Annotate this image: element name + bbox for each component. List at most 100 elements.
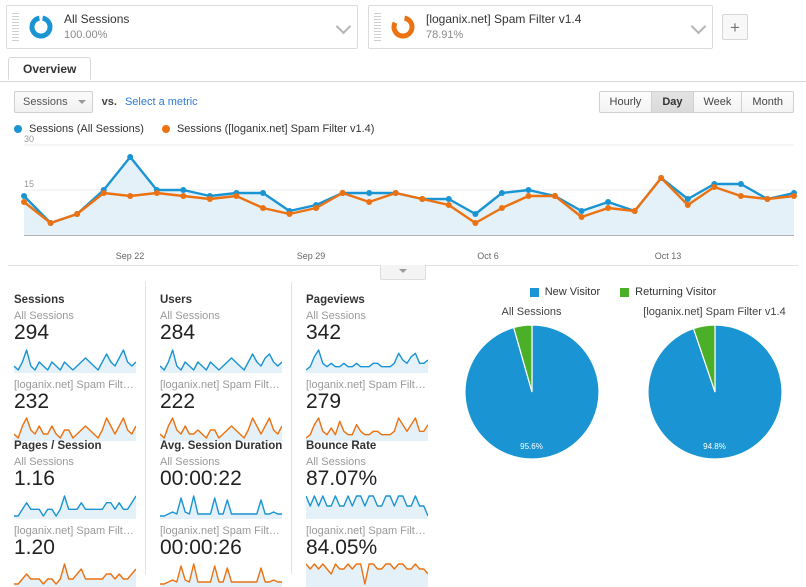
metric-card-avg-session-duration: Avg. Session Duration All Sessions 00:00…: [146, 428, 292, 587]
metric-card-title: Bounce Rate: [306, 440, 377, 452]
granularity-button-group: Hourly Day Week Month: [598, 91, 794, 113]
x-axis-tick-sep22: Sep 22: [115, 251, 145, 261]
chart-collapse-handle[interactable]: [380, 265, 426, 280]
segment-percent: 78.91%: [426, 28, 464, 41]
y-axis-tick-mid: 15: [24, 179, 35, 189]
segment-info: All Sessions 100.00%: [64, 13, 335, 41]
chevron-down-icon[interactable]: [335, 5, 357, 49]
segment-card-spam-filter[interactable]: [loganix.net] Spam Filter v1.4 78.91%: [368, 5, 713, 49]
select-a-metric-link[interactable]: Select a metric: [125, 96, 198, 108]
metric-card-seg-label: [loganix.net] Spam Filter ...: [306, 378, 428, 391]
segment-name: [loganix.net] Spam Filter v1.4: [426, 12, 582, 26]
sparkline-all: [14, 347, 136, 373]
metric-card-seg-value: 222: [160, 389, 196, 413]
x-axis-tick-oct6: Oct 6: [477, 251, 499, 261]
legend-dot-icon: [14, 125, 22, 133]
metric-card-title: Avg. Session Duration: [160, 440, 283, 452]
legend-label: Sessions (All Sessions): [29, 123, 144, 135]
metric-card-seg-label: [loganix.net] Spam Filter ...: [160, 378, 281, 391]
metric-card-seg-value: 279: [306, 389, 342, 413]
legend-swatch-icon: [529, 287, 539, 297]
add-segment-button[interactable]: +: [722, 14, 748, 40]
metric-card-users: Users All Sessions 284 [loganix.net] Spa…: [146, 282, 292, 442]
x-axis-labels: Sep 22 Sep 29 Oct 6 Oct 13: [8, 251, 798, 265]
pie-percent-label: 94.8%: [703, 442, 726, 451]
legend-item-spam-filter[interactable]: Sessions ([loganix.net] Spam Filter v1.4…: [161, 123, 375, 135]
pie-svg: [646, 324, 783, 460]
segment-name: All Sessions: [64, 12, 130, 26]
metric-card-title: Pages / Session: [14, 440, 102, 452]
legend-item-new-visitor[interactable]: New Visitor: [529, 286, 600, 298]
granularity-hourly-button[interactable]: Hourly: [598, 91, 653, 113]
pie-cell-spam-filter: [loganix.net] Spam Filter v1.4 94.8%: [629, 306, 801, 465]
legend-dot-icon: [161, 125, 170, 133]
metric-control-row: Sessions vs. Select a metric Hourly Day …: [0, 82, 806, 113]
sparkline-seg: [306, 561, 428, 587]
metric-card-pageviews: Pageviews All Sessions 342 [loganix.net]…: [292, 282, 438, 442]
tab-overview[interactable]: Overview: [8, 57, 92, 80]
pie-chart-spam-filter[interactable]: 94.8%: [645, 322, 785, 465]
sparkline-all: [160, 347, 282, 373]
sessions-timeline-chart[interactable]: 30 15: [8, 134, 798, 251]
sparkline-all: [14, 493, 136, 519]
legend-swatch-icon: [620, 287, 630, 297]
granularity-day-button[interactable]: Day: [652, 91, 694, 113]
visitor-legend: New Visitor Returning Visitor: [440, 286, 806, 298]
pie-row: All Sessions 95.6% [loganix.net] Spam Fi…: [440, 306, 806, 465]
legend-label: Returning Visitor: [635, 286, 717, 298]
sparkline-seg: [160, 561, 282, 587]
segment-bar: All Sessions 100.00% [loganix.net] Spam …: [0, 0, 806, 49]
metric-card-all-value: 284: [160, 321, 196, 344]
pie-cell-all-sessions: All Sessions 95.6%: [446, 306, 618, 465]
metric-card-all-value: 342: [306, 321, 342, 344]
chart-collapse-strip: [8, 265, 798, 282]
metric-card-seg-label: [loganix.net] Spam Filter ...: [14, 524, 135, 537]
metric-card-all-value: 294: [14, 321, 50, 344]
sparkline-all: [160, 493, 282, 519]
metric-card-grid: Sessions All Sessions 294 [loganix.net] …: [0, 282, 440, 587]
metric-card-seg-label: [loganix.net] Spam Filter ...: [14, 378, 135, 391]
y-axis-tick-top: 30: [24, 134, 35, 144]
pie-percent-label: 95.6%: [520, 442, 543, 451]
pie-title: All Sessions: [501, 306, 562, 318]
metric-card-row-2: Pages / Session All Sessions 1.16 [logan…: [0, 428, 440, 587]
visitor-type-panel: New Visitor Returning Visitor All Sessio…: [440, 282, 806, 574]
metric-card-all-value: 87.07%: [306, 467, 378, 490]
granularity-week-button[interactable]: Week: [693, 91, 743, 113]
pie-title: [loganix.net] Spam Filter v1.4: [643, 306, 786, 318]
metric-card-sessions: Sessions All Sessions 294 [loganix.net] …: [0, 282, 146, 442]
donut-icon: [28, 14, 54, 40]
metric-card-seg-value: 232: [14, 389, 50, 413]
primary-metric-label: Sessions: [23, 96, 68, 108]
pie-svg: [463, 324, 600, 460]
segment-card-all-sessions[interactable]: All Sessions 100.00%: [6, 5, 358, 49]
caret-down-icon: [77, 100, 86, 104]
chart-legend: Sessions (All Sessions) Sessions ([logan…: [0, 113, 806, 135]
metric-card-title: Users: [160, 294, 192, 306]
drag-handle-icon[interactable]: [11, 12, 20, 42]
pie-chart-all-sessions[interactable]: 95.6%: [462, 322, 602, 465]
donut-icon: [390, 14, 416, 40]
sparkline-seg: [14, 561, 136, 587]
sparkline-all: [306, 493, 428, 519]
drag-handle-icon[interactable]: [373, 12, 382, 42]
x-axis-tick-sep29: Sep 29: [296, 251, 326, 261]
x-axis-tick-oct13: Oct 13: [654, 251, 682, 261]
metric-card-seg-label: [loganix.net] Spam Filter ...: [160, 524, 281, 537]
metric-card-bounce-rate: Bounce Rate All Sessions 87.07% [loganix…: [292, 428, 438, 587]
metric-card-all-value: 00:00:22: [160, 467, 242, 490]
analytics-overview-page: All Sessions 100.00% [loganix.net] Spam …: [0, 0, 806, 587]
segment-percent: 100.00%: [64, 28, 108, 41]
legend-item-returning-visitor[interactable]: Returning Visitor: [620, 286, 716, 298]
metric-card-seg-label: [loganix.net] Spam Filter ...: [306, 524, 428, 537]
timeline-svg: [21, 144, 797, 236]
legend-label: Sessions ([loganix.net] Spam Filter v1.4…: [176, 123, 375, 135]
sparkline-all: [306, 347, 428, 373]
chevron-down-icon[interactable]: [690, 5, 712, 49]
metric-card-all-value: 1.16: [14, 467, 55, 490]
primary-metric-dropdown[interactable]: Sessions: [14, 91, 93, 113]
tab-bar: Overview: [0, 57, 806, 82]
metric-card-title: Pageviews: [306, 294, 365, 306]
metric-card-row-1: Sessions All Sessions 294 [loganix.net] …: [0, 282, 440, 442]
granularity-month-button[interactable]: Month: [742, 91, 794, 113]
